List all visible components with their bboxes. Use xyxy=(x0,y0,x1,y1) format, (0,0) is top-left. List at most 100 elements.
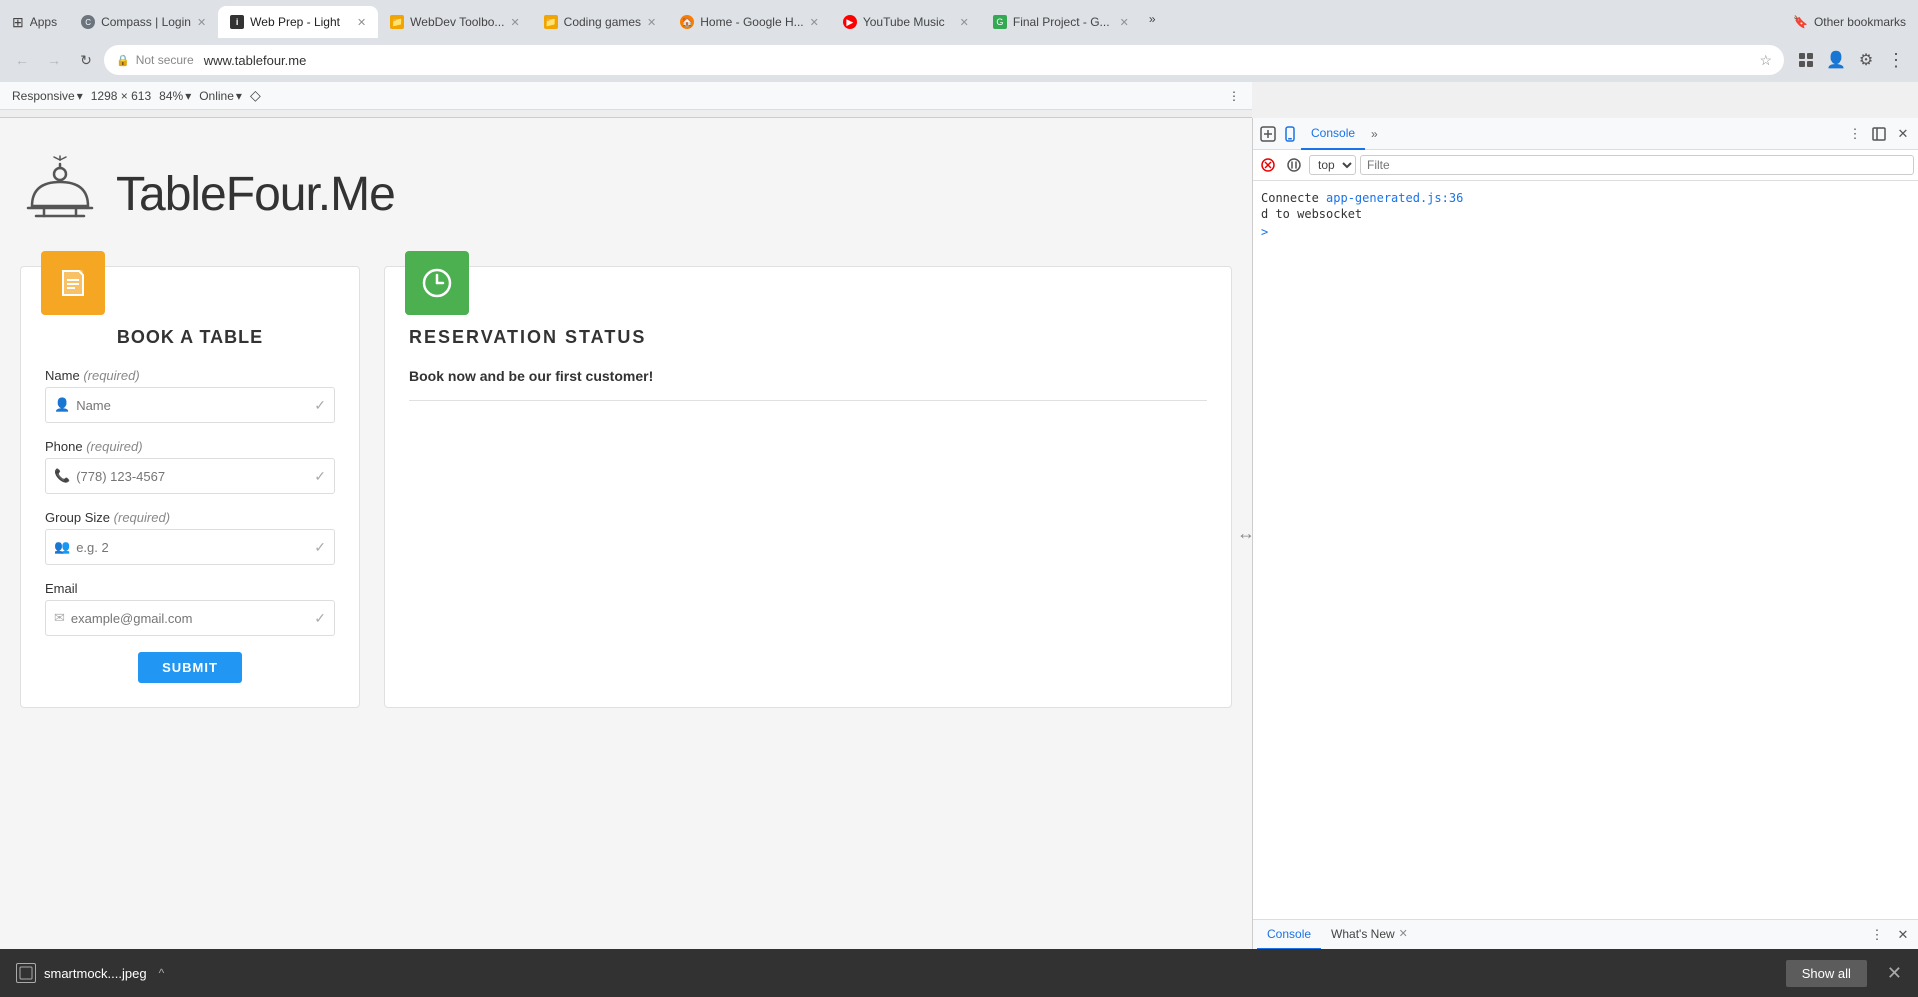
profile-button[interactable]: 👤 xyxy=(1822,46,1850,74)
phone-input[interactable] xyxy=(76,469,314,484)
tab-youtube-label: YouTube Music xyxy=(863,15,945,29)
back-button[interactable]: ← xyxy=(8,46,36,74)
group-size-input[interactable] xyxy=(76,540,314,555)
show-all-button[interactable]: Show all xyxy=(1786,960,1867,987)
download-item: smartmock....jpeg ^ xyxy=(16,963,164,983)
tabs-more-button[interactable]: » xyxy=(1141,12,1164,26)
name-form-group: Name (required) 👤 ✓ xyxy=(45,368,335,423)
other-bookmarks-tab[interactable]: 🔖 Other bookmarks xyxy=(1781,6,1918,38)
forward-button[interactable]: → xyxy=(40,46,68,74)
reservation-status-message: Book now and be our first customer! xyxy=(409,368,1207,401)
toolbar-icons: 👤 ⚙ ⋮ xyxy=(1792,46,1910,74)
pause-on-exceptions-button[interactable] xyxy=(1283,154,1305,176)
phone-form-group: Phone (required) 📞 ✓ xyxy=(45,439,335,494)
page-container: TableFour.Me xyxy=(0,118,1252,949)
devtools-bottom-tab-console[interactable]: Console xyxy=(1257,920,1321,950)
site-header: TableFour.Me xyxy=(20,154,1232,234)
no-throttle-icon[interactable]: ◇ xyxy=(250,87,261,104)
extensions-button[interactable] xyxy=(1792,46,1820,74)
tab-compass[interactable]: C Compass | Login ✕ xyxy=(69,6,218,38)
group-size-icon: 👥 xyxy=(54,539,70,555)
viewport-resize-handle[interactable]: ↔ xyxy=(1240,118,1252,949)
compass-favicon: C xyxy=(81,15,95,29)
star-icon[interactable]: ☆ xyxy=(1759,52,1772,69)
tab-final[interactable]: G Final Project - G... ✕ xyxy=(981,6,1141,38)
browser-chrome: ⊞ Apps C Compass | Login ✕ i Web Prep - … xyxy=(0,0,1918,82)
group-size-input-wrap: 👥 ✓ xyxy=(45,529,335,565)
group-size-form-group: Group Size (required) 👥 ✓ xyxy=(45,510,335,565)
devtools-controls-bar: top xyxy=(1253,150,1918,181)
device-toggle-button[interactable] xyxy=(1279,123,1301,145)
devtools-top-right: ⋮ ✕ xyxy=(1844,123,1914,145)
tab-webprep-label: Web Prep - Light xyxy=(250,15,340,29)
download-chevron-icon[interactable]: ^ xyxy=(159,966,165,980)
bookmark-icon: 🔖 xyxy=(1793,15,1808,29)
tab-coding-close[interactable]: ✕ xyxy=(647,16,656,29)
settings-button[interactable]: ⚙ xyxy=(1852,46,1880,74)
tab-webprep[interactable]: i Web Prep - Light ✕ xyxy=(218,6,378,38)
tab-home-label: Home - Google H... xyxy=(700,15,803,29)
group-size-label: Group Size (required) xyxy=(45,510,335,525)
inspect-element-button[interactable] xyxy=(1257,123,1279,145)
devtools-close-button[interactable]: ✕ xyxy=(1892,123,1914,145)
zoom-select[interactable]: 84% ▾ xyxy=(159,89,191,103)
not-secure-label: Not secure xyxy=(136,53,194,67)
tab-youtube[interactable]: ▶ YouTube Music ✕ xyxy=(831,6,981,38)
tab-home-close[interactable]: ✕ xyxy=(810,16,819,29)
submit-button[interactable]: SUBMIT xyxy=(138,652,242,683)
tab-webdev-close[interactable]: ✕ xyxy=(510,16,519,29)
devtools-undock-button[interactable] xyxy=(1868,123,1890,145)
devtools-tab-more[interactable]: » xyxy=(1365,127,1384,141)
devtools-bottom-right: ⋮ ✕ xyxy=(1866,924,1914,946)
email-label: Email xyxy=(45,581,335,596)
context-select[interactable]: top xyxy=(1309,155,1356,175)
console-caret[interactable]: > xyxy=(1261,225,1910,239)
devtools-bottom-tab-whatsnew[interactable]: What's New ✕ xyxy=(1321,920,1418,950)
tab-final-close[interactable]: ✕ xyxy=(1120,16,1129,29)
devtools-bottom-more-button[interactable]: ⋮ xyxy=(1866,924,1888,946)
site-logo xyxy=(20,154,100,234)
email-input-wrap: ✉ ✓ xyxy=(45,600,335,636)
tab-webprep-close[interactable]: ✕ xyxy=(357,16,366,29)
name-check-icon: ✓ xyxy=(314,397,326,414)
tab-apps[interactable]: ⊞ Apps xyxy=(0,6,69,38)
clear-console-button[interactable] xyxy=(1257,154,1279,176)
tab-compass-close[interactable]: ✕ xyxy=(197,16,206,29)
other-bookmarks-label: Other bookmarks xyxy=(1814,15,1906,29)
address-input-wrap[interactable]: 🔒 Not secure www.tablefour.me ☆ xyxy=(104,45,1784,75)
email-input[interactable] xyxy=(71,611,314,626)
reservation-status-icon xyxy=(405,251,469,315)
download-file-icon xyxy=(16,963,36,983)
responsive-toolbar: Responsive ▾ 1298 × 613 84% ▾ Online ▾ ◇… xyxy=(0,82,1252,110)
filter-input[interactable] xyxy=(1360,155,1914,175)
responsive-mode-label: Responsive xyxy=(12,89,75,103)
devtools-more-button[interactable]: ⋮ xyxy=(1844,123,1866,145)
phone-check-icon: ✓ xyxy=(314,468,326,485)
responsive-more-icon[interactable]: ⋮ xyxy=(1228,89,1240,103)
whatsnew-close-icon[interactable]: ✕ xyxy=(1399,927,1408,940)
tab-youtube-close[interactable]: ✕ xyxy=(960,16,969,29)
tab-coding-label: Coding games xyxy=(564,15,641,29)
zoom-label: 84% xyxy=(159,89,183,103)
console-link-1[interactable]: app-generated.js:36 xyxy=(1326,191,1463,205)
book-table-icon xyxy=(41,251,105,315)
responsive-mode-select[interactable]: Responsive ▾ xyxy=(12,89,83,103)
name-icon: 👤 xyxy=(54,397,70,413)
devtools-tab-console[interactable]: Console xyxy=(1301,118,1365,150)
devtools-bottom-close-button[interactable]: ✕ xyxy=(1892,924,1914,946)
more-options-button[interactable]: ⋮ xyxy=(1882,46,1910,74)
tab-coding[interactable]: 📁 Coding games ✕ xyxy=(532,6,669,38)
webdev-favicon: 📁 xyxy=(390,15,404,29)
refresh-button[interactable]: ↻ xyxy=(72,46,100,74)
bottom-bar: smartmock....jpeg ^ Show all ✕ xyxy=(0,949,1918,997)
site-title: TableFour.Me xyxy=(116,167,395,222)
tab-webdev[interactable]: 📁 WebDev Toolbo... ✕ xyxy=(378,6,532,38)
online-select[interactable]: Online ▾ xyxy=(199,89,242,103)
name-input[interactable] xyxy=(76,398,314,413)
reservation-status-content: RESERVATION STATUS Book now and be our f… xyxy=(385,267,1231,425)
reservation-status-title: RESERVATION STATUS xyxy=(409,327,1207,348)
bottom-bar-close-button[interactable]: ✕ xyxy=(1887,963,1902,984)
book-table-card: BOOK A TABLE Name (required) 👤 xyxy=(20,266,360,708)
tab-home[interactable]: 🏠 Home - Google H... ✕ xyxy=(668,6,831,38)
online-arrow: ▾ xyxy=(236,89,242,103)
